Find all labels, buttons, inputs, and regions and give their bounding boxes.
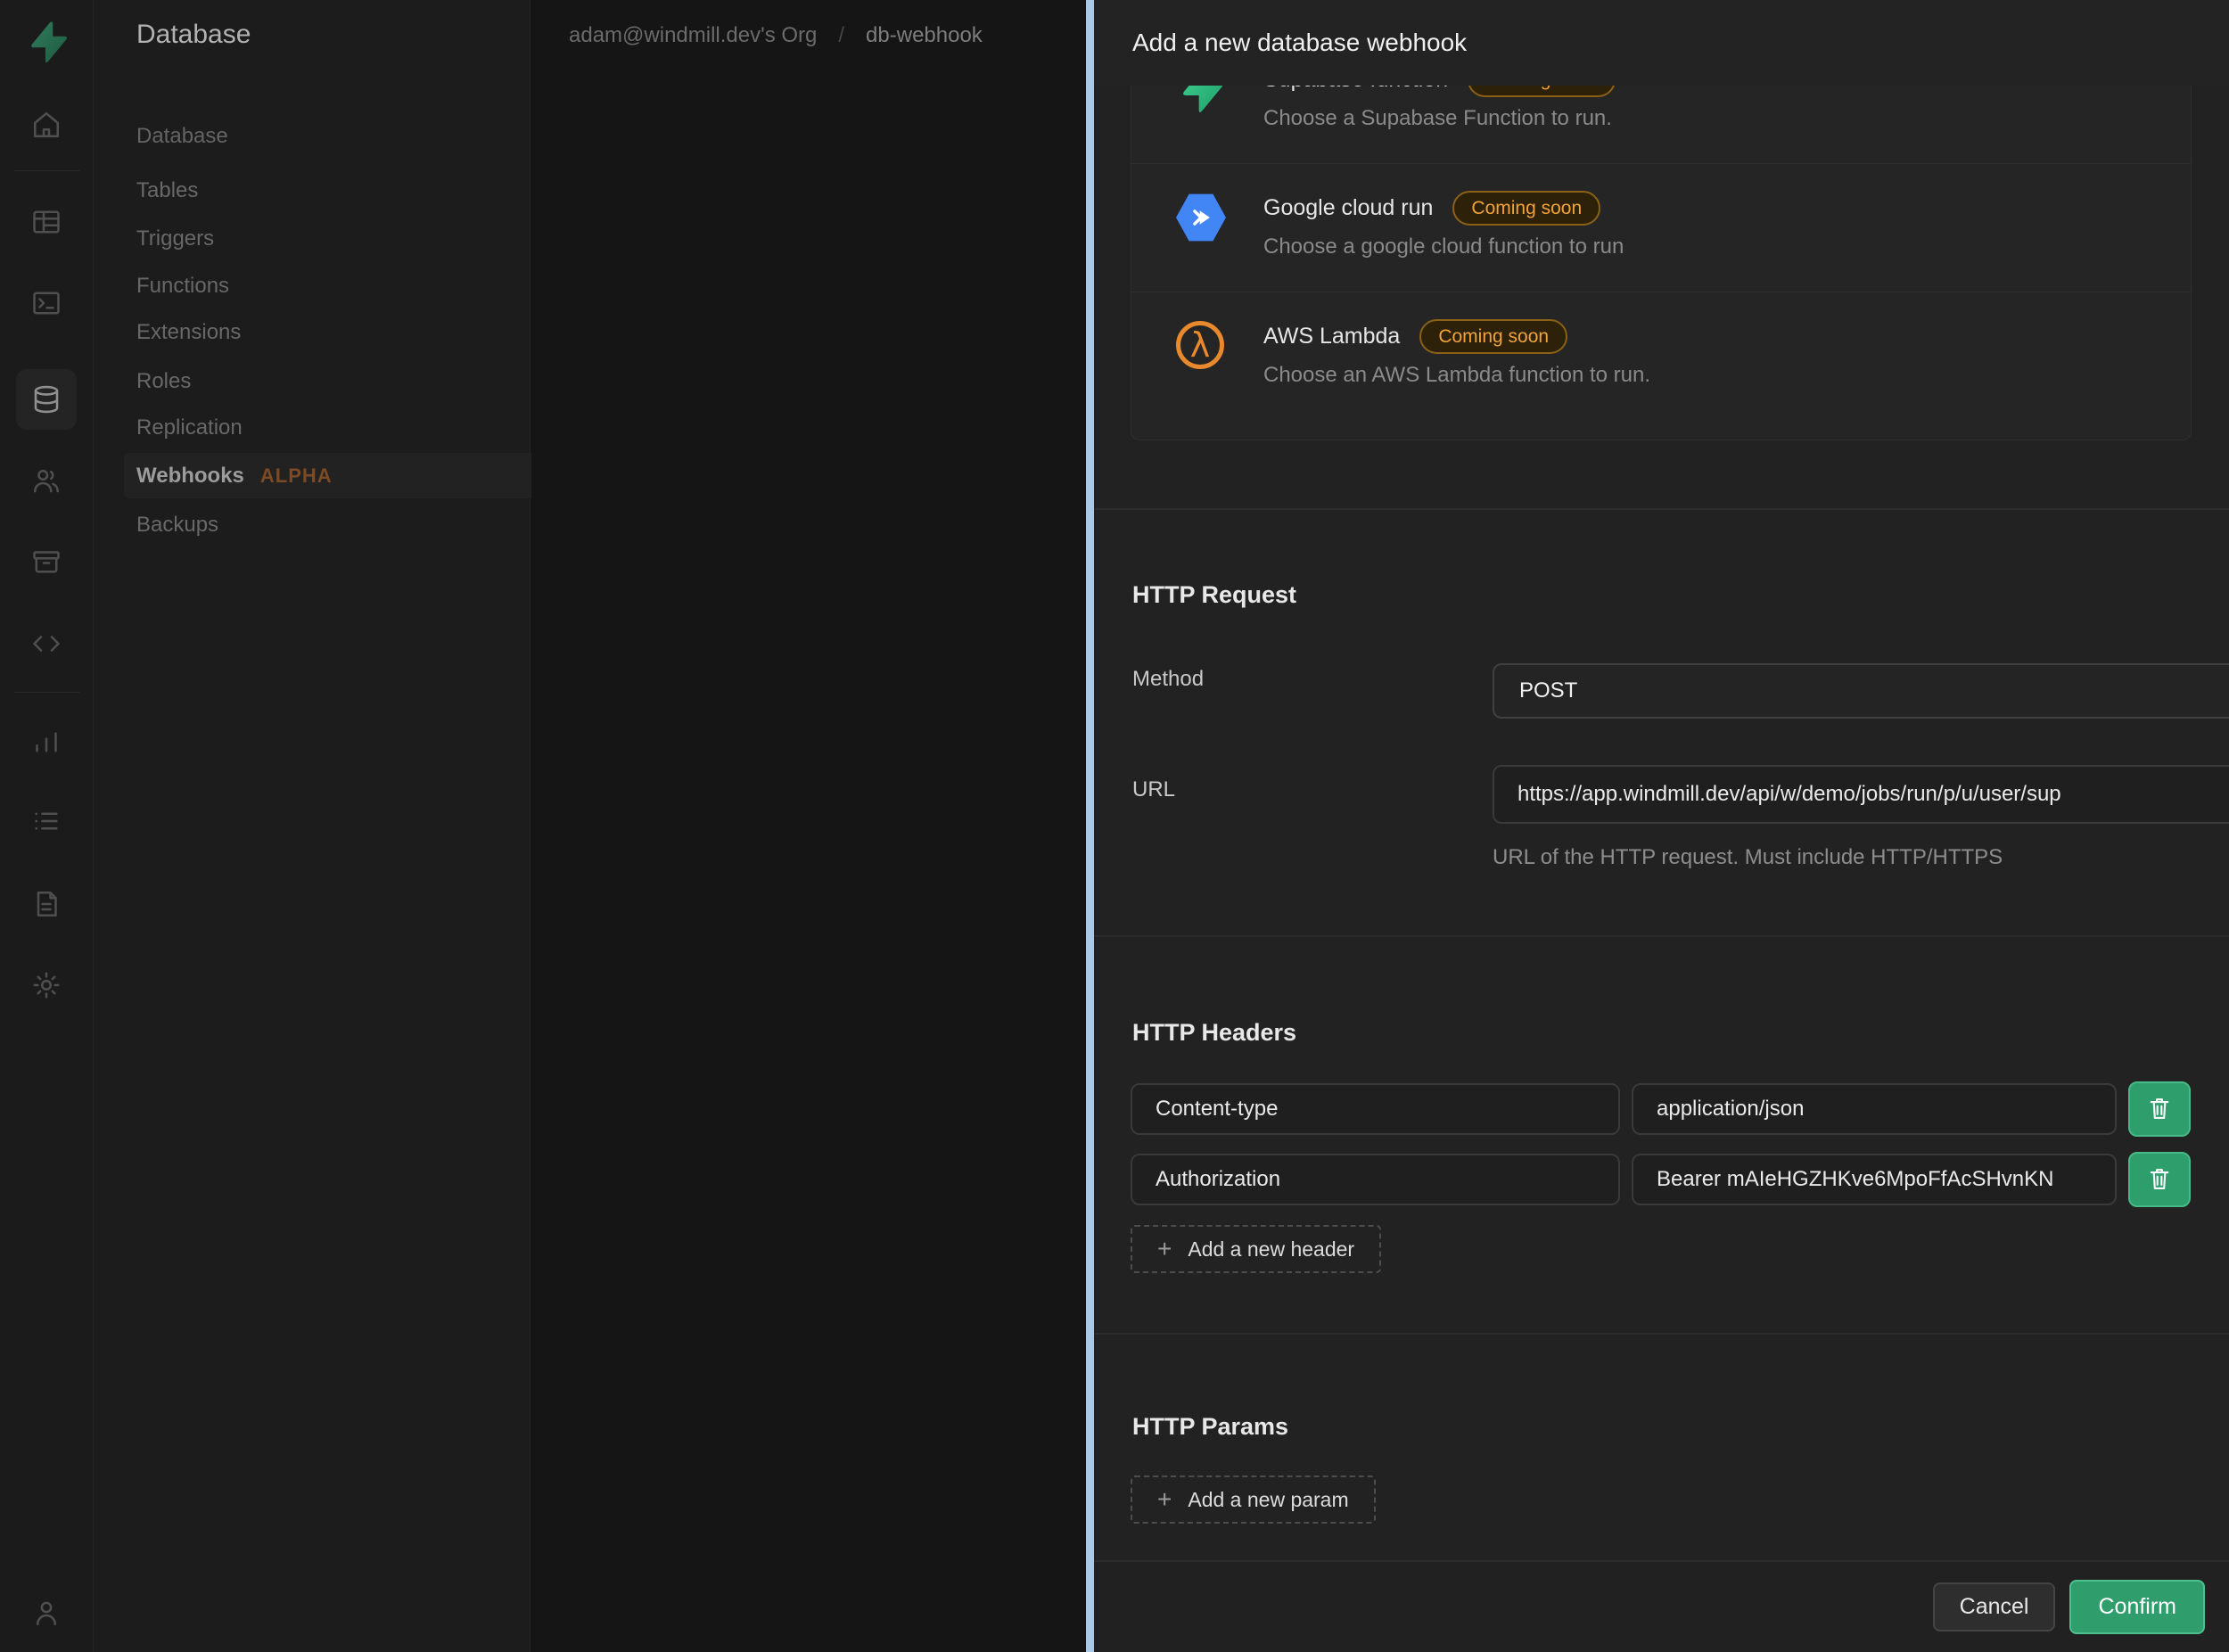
add-header-button[interactable]: + Add a new header	[1131, 1225, 1382, 1273]
menu-item-webhooks[interactable]: Webhooks ALPHA	[124, 453, 543, 498]
rail-divider	[14, 170, 79, 171]
database-icon[interactable]	[16, 369, 77, 430]
reports-icon[interactable]	[16, 711, 77, 771]
plus-icon: +	[1157, 1235, 1172, 1262]
trash-icon	[2147, 1165, 2172, 1195]
breadcrumb: adam@windmill.dev's Org / db-webhook	[569, 23, 983, 48]
add-header-label: Add a new header	[1188, 1237, 1355, 1261]
coming-soon-badge: Coming soon	[1468, 86, 1616, 97]
storage-icon[interactable]	[16, 531, 77, 592]
header-name-input[interactable]	[1131, 1154, 1620, 1205]
api-icon[interactable]	[16, 613, 77, 674]
http-request-heading: HTTP Request	[1132, 581, 1297, 608]
menu-heading-database[interactable]: Database	[136, 124, 228, 149]
option-title: Google cloud run	[1263, 195, 1434, 220]
add-param-label: Add a new param	[1188, 1487, 1349, 1511]
breadcrumb-separator: /	[838, 23, 845, 47]
icon-rail	[0, 0, 94, 1652]
logs-icon[interactable]	[16, 791, 77, 851]
http-headers-heading: HTTP Headers	[1132, 1019, 1297, 1046]
delete-header-button[interactable]	[2128, 1152, 2191, 1207]
app-screen: Database Database Tables Triggers Functi…	[0, 0, 2229, 1652]
menu-item-backups[interactable]: Backups	[136, 513, 218, 538]
option-description: Choose a google cloud function to run	[1263, 234, 1624, 259]
add-webhook-panel: Add a new database webhook Supabase func…	[1086, 0, 2229, 1652]
section-divider	[1094, 1333, 2229, 1335]
option-google-cloud-run[interactable]: Google cloud run Coming soon Choose a go…	[1131, 163, 2191, 292]
menu-item-tables[interactable]: Tables	[136, 178, 198, 203]
main-content-dimmed: adam@windmill.dev's Org / db-webhook	[531, 0, 1086, 1652]
breadcrumb-org[interactable]: adam@windmill.dev's Org	[569, 23, 817, 48]
google-cloud-run-icon	[1176, 193, 1226, 242]
section-divider	[1094, 935, 2229, 937]
supabase-logo-icon[interactable]	[25, 20, 70, 64]
url-label: URL	[1132, 777, 1176, 801]
panel-footer: Cancel Confirm	[1094, 1560, 2229, 1652]
sql-editor-icon[interactable]	[16, 273, 77, 333]
option-title: AWS Lambda	[1263, 324, 1401, 349]
header-value-input[interactable]	[1632, 1154, 2117, 1205]
page-title: Database	[136, 20, 251, 49]
url-help-text: URL of the HTTP request. Must include HT…	[1493, 845, 2003, 869]
menu-item-replication[interactable]: Replication	[136, 415, 243, 440]
method-label: Method	[1132, 667, 1205, 691]
option-description: Choose an AWS Lambda function to run.	[1263, 363, 1651, 387]
delete-header-button[interactable]	[2128, 1081, 2191, 1137]
home-icon[interactable]	[16, 95, 77, 155]
option-aws-lambda[interactable]: λ AWS Lambda Coming soon Choose an AWS L…	[1131, 292, 2191, 420]
coming-soon-badge: Coming soon	[1452, 191, 1601, 226]
http-params-heading: HTTP Params	[1132, 1413, 1289, 1440]
supabase-bolt-icon	[1176, 86, 1226, 114]
section-divider	[1094, 508, 2229, 510]
url-input[interactable]	[1493, 765, 2229, 824]
settings-icon[interactable]	[16, 955, 77, 1015]
breadcrumb-project[interactable]: db-webhook	[866, 23, 983, 48]
method-value: POST	[1519, 678, 1578, 703]
cancel-button[interactable]: Cancel	[1932, 1582, 2056, 1631]
confirm-button[interactable]: Confirm	[2069, 1580, 2205, 1634]
panel-header: Add a new database webhook	[1094, 0, 2229, 86]
table-editor-icon[interactable]	[16, 192, 77, 252]
plus-icon: +	[1157, 1485, 1172, 1513]
panel-title: Add a new database webhook	[1132, 29, 1468, 56]
trash-icon	[2147, 1095, 2172, 1124]
aws-lambda-icon: λ	[1176, 321, 1226, 371]
method-select[interactable]: POST	[1493, 663, 2229, 719]
option-description: Choose a Supabase Function to run.	[1263, 106, 1612, 130]
menu-item-extensions[interactable]: Extensions	[136, 320, 241, 345]
option-title: Supabase function	[1263, 86, 1448, 93]
docs-icon[interactable]	[16, 874, 77, 934]
database-menu: Database Database Tables Triggers Functi…	[94, 0, 543, 1652]
menu-item-triggers[interactable]: Triggers	[136, 226, 214, 251]
option-supabase-function[interactable]: Supabase function Coming soon Choose a S…	[1131, 86, 2191, 163]
account-icon[interactable]	[16, 1582, 77, 1643]
add-param-button[interactable]: + Add a new param	[1131, 1475, 1376, 1524]
header-value-input[interactable]	[1632, 1083, 2117, 1135]
menu-item-roles[interactable]: Roles	[136, 369, 191, 394]
auth-icon[interactable]	[16, 450, 77, 511]
webhook-type-options: Supabase function Coming soon Choose a S…	[1131, 86, 2192, 440]
menu-item-functions[interactable]: Functions	[136, 274, 229, 299]
alpha-badge: ALPHA	[259, 464, 333, 487]
rail-divider	[14, 692, 79, 693]
header-name-input[interactable]	[1131, 1083, 1620, 1135]
coming-soon-badge: Coming soon	[1419, 319, 1568, 354]
